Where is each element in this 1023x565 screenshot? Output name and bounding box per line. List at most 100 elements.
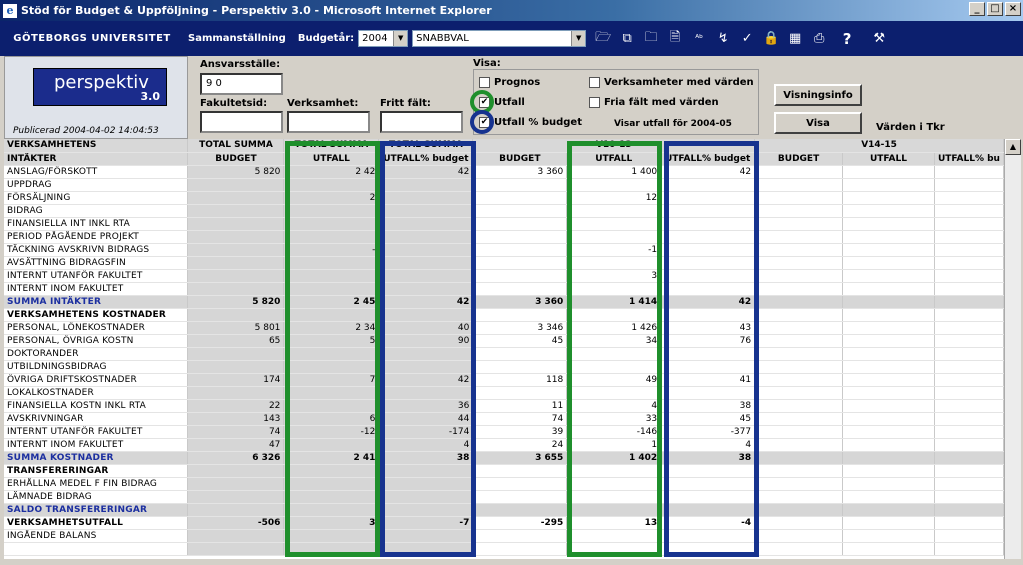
table-cell xyxy=(283,529,380,543)
verksamhet-input[interactable] xyxy=(287,111,370,133)
table-cell: 76 xyxy=(660,334,756,348)
prognos-checkbox[interactable]: Prognos xyxy=(479,77,540,88)
row-label: AVSKRIVNINGAR xyxy=(4,412,189,426)
table-cell: 6 xyxy=(283,412,380,426)
table-cell xyxy=(754,256,844,270)
copy-icon[interactable]: ⧉ xyxy=(616,28,638,50)
table-cell: 42 xyxy=(660,295,756,309)
table-cell xyxy=(934,256,1004,270)
chevron-down-icon: ▼ xyxy=(393,31,408,46)
table-cell xyxy=(754,243,844,257)
checkbox-unchecked[interactable] xyxy=(479,77,490,88)
document-icon[interactable]: 🗎 xyxy=(664,28,686,50)
table-cell xyxy=(187,230,285,244)
table-cell xyxy=(754,529,844,543)
table-cell xyxy=(566,386,662,400)
table-cell xyxy=(842,230,935,244)
table-cell xyxy=(472,386,568,400)
folder-icon[interactable]: 🗀 xyxy=(640,28,662,50)
table-cell: 49 xyxy=(566,373,662,387)
table-cell xyxy=(660,178,756,192)
verksamheter-checkbox[interactable]: Verksamheter med värden xyxy=(589,77,754,88)
scroll-up-icon[interactable]: ▲ xyxy=(1005,139,1021,155)
print-icon[interactable]: ⎙ xyxy=(808,28,830,50)
minimize-button[interactable]: _ xyxy=(969,2,985,16)
table-cell xyxy=(187,542,285,556)
checkmark-icon[interactable]: ✓ xyxy=(736,28,758,50)
table-cell xyxy=(934,399,1004,413)
fria-falt-checkbox[interactable]: Fria fält med värden xyxy=(589,97,719,108)
table-cell xyxy=(754,295,844,309)
visa-button[interactable]: Visa xyxy=(774,112,862,134)
table-cell: 42 xyxy=(378,165,474,179)
fritt-falt-input[interactable] xyxy=(380,111,463,133)
table-cell xyxy=(378,178,474,192)
table-cell xyxy=(934,477,1004,491)
utfall-pct-checkbox[interactable]: ✔ Utfall % budget xyxy=(479,117,582,128)
row-label: INGÅENDE BALANS xyxy=(4,529,189,543)
table-cell xyxy=(934,516,1004,530)
table-cell xyxy=(842,464,935,478)
table-row: LÄMNADE BIDRAG xyxy=(4,490,1004,504)
row-label: SALDO TRANSFERERINGAR xyxy=(4,503,189,517)
window-title: Stöd för Budget & Uppföljning - Perspekt… xyxy=(21,4,492,17)
table-cell xyxy=(842,308,935,322)
table-cell xyxy=(283,490,380,504)
ansvarsstalle-input[interactable]: 9 0 xyxy=(200,73,283,95)
table-cell xyxy=(378,477,474,491)
budgetar-select[interactable]: 2004 ▼ xyxy=(358,30,409,47)
window-titlebar: e Stöd för Budget & Uppföljning - Perspe… xyxy=(0,0,1023,21)
row-label: INTERNT INOM FAKULTET xyxy=(4,438,189,452)
table-cell xyxy=(566,230,662,244)
vertical-scrollbar[interactable]: ▲ xyxy=(1004,139,1021,559)
abc-icon[interactable]: ᴬᵇ xyxy=(688,28,710,50)
table-row: TRANSFERERINGAR xyxy=(4,464,1004,478)
table-cell xyxy=(660,386,756,400)
table-cell xyxy=(934,529,1004,543)
grid-icon[interactable]: ▦ xyxy=(784,28,806,50)
snabbval-select[interactable]: SNABBVAL ▼ xyxy=(412,30,587,47)
verksamhet-label: Verksamhet: xyxy=(287,98,359,109)
table-cell xyxy=(378,269,474,283)
logo-text: perspektiv xyxy=(54,72,149,93)
wrench-icon[interactable]: ⚒ xyxy=(864,28,894,50)
table-cell xyxy=(187,464,285,478)
visa-label: Visa: xyxy=(473,58,501,69)
table-row: AVSÄTTNING BIDRAGSFIN xyxy=(4,256,1004,270)
maximize-button[interactable]: □ xyxy=(987,2,1003,16)
sort-icon[interactable]: ↯ xyxy=(712,28,734,50)
table-cell xyxy=(187,503,285,517)
fakultetsid-input[interactable] xyxy=(200,111,283,133)
table-cell xyxy=(283,360,380,374)
table-cell xyxy=(283,386,380,400)
row-label: INTERNT UTANFÖR FAKULTET xyxy=(4,425,189,439)
table-cell: 11 xyxy=(472,399,568,413)
table-row: DOKTORANDER xyxy=(4,347,1004,361)
visningsinfo-button[interactable]: Visningsinfo xyxy=(774,84,862,106)
varden-note: Värden i Tkr xyxy=(876,122,945,133)
table-row: BIDRAG xyxy=(4,204,1004,218)
table-cell xyxy=(378,542,474,556)
checkbox-unchecked[interactable] xyxy=(589,77,600,88)
open-folder-icon[interactable]: 🗁 xyxy=(592,28,614,50)
table-cell xyxy=(934,243,1004,257)
sammanstallning-link[interactable]: Sammanställning xyxy=(188,33,286,44)
table-cell xyxy=(472,191,568,205)
table-cell xyxy=(283,542,380,556)
table-cell xyxy=(660,308,756,322)
table-cell: -174 xyxy=(378,425,474,439)
table-cell xyxy=(842,399,935,413)
table-cell: 74 xyxy=(472,412,568,426)
help-icon[interactable]: ? xyxy=(832,28,862,50)
col-header: UTFALL xyxy=(283,152,380,166)
lock-icon[interactable]: 🔒 xyxy=(760,28,782,50)
table-cell xyxy=(566,308,662,322)
verksamheter-label: Verksamheter med värden xyxy=(604,77,754,88)
close-button[interactable]: × xyxy=(1005,2,1021,16)
table-cell xyxy=(842,412,935,426)
table-cell xyxy=(842,178,935,192)
checkbox-unchecked[interactable] xyxy=(589,97,600,108)
table-cell: 4 xyxy=(566,399,662,413)
table-cell xyxy=(472,360,568,374)
table-cell xyxy=(754,282,844,296)
